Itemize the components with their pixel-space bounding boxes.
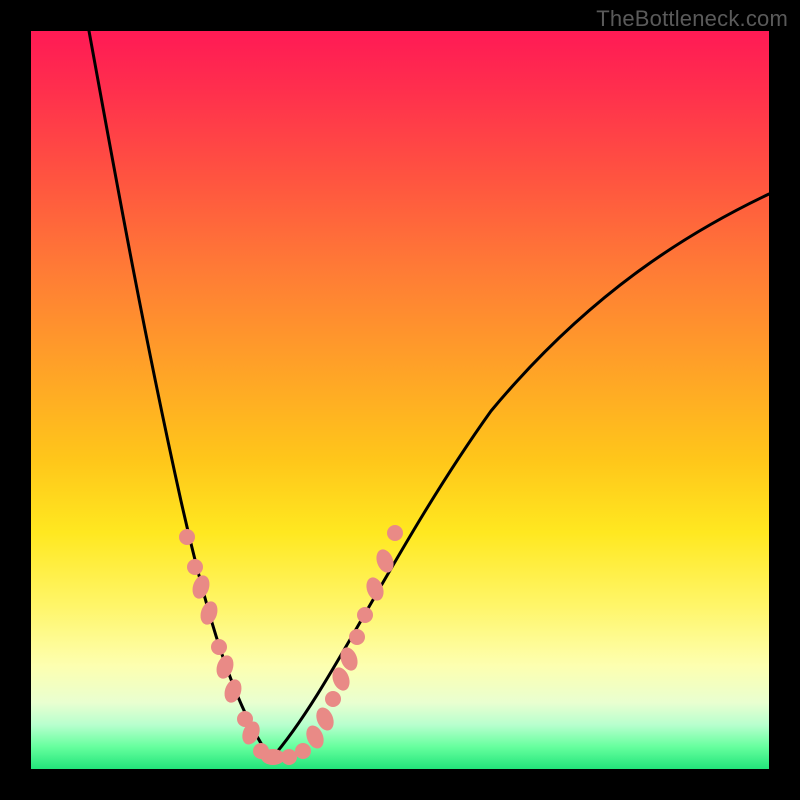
- watermark-text: TheBottleneck.com: [596, 6, 788, 32]
- chart-plot-area: [31, 31, 769, 769]
- chart-svg: [31, 31, 769, 769]
- chart-frame: TheBottleneck.com: [0, 0, 800, 800]
- marker-group: [179, 525, 403, 765]
- curve-left-branch: [89, 31, 271, 759]
